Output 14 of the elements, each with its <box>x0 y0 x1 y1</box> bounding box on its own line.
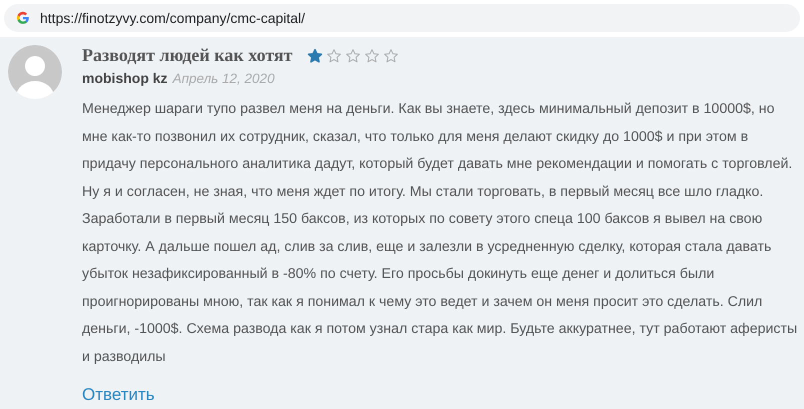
review-text: Менеджер шараги тупо развел меня на деньги. Как вы знаете, здесь минимальный депозит в 10000$, но мне как-то позвонил их сотрудник, сказал, что только для меня делают скидку до 1000$ и при этом в придачу персонального аналитика дадут, который будет давать мне рекомендации и помогать с торговлей. Ну я и согласен, не зная, что меня ждет по итогу. Мы стали торговать, в первый месяц все шло гладко. Заработали в первый месяц 150 баксов, из которых по совету этого спеца 100 баксов я вывел на свою карточку. А дальше пошел ад, слив за слив, еще и залезли в усредненную сделку, которая стала давать убыток незафиксированный в -80% по счету. Его просьбы докинуть еще денег и долиться были проигнорированы мною, так как я понимал к чему это ведет и зачем он меня просит это сделать. Слил деньги, -1000$. Схема развода как я потом узнал стара как мир. Будьте аккуратнее, тут работают аферисты и разводилы <box>82 100 798 366</box>
avatar-icon <box>8 45 62 99</box>
google-icon <box>16 11 30 25</box>
review-date: Апрель 12, 2020 <box>172 71 275 86</box>
star-icon <box>306 48 323 64</box>
author-name: mobishop kz <box>82 70 168 86</box>
review-title: Разводят людей как хотят <box>82 45 293 66</box>
star-icon <box>344 48 361 64</box>
star-icon <box>326 48 342 64</box>
reply-link[interactable]: Ответить <box>82 385 155 405</box>
url-text: https://finotzyvy.com/company/cmc-capital/ <box>40 10 306 26</box>
address-bar[interactable]: https://finotzyvy.com/company/cmc-capital/ <box>4 4 800 32</box>
star-icon <box>364 48 380 64</box>
star-icon <box>382 48 399 64</box>
